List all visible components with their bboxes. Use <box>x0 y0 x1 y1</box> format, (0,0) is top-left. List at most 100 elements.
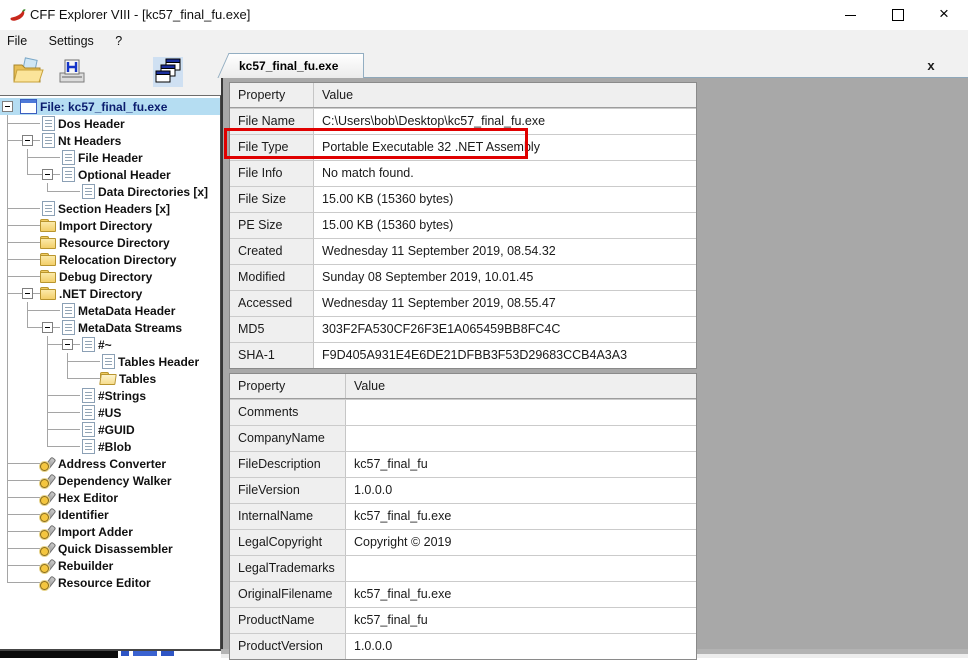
tree-guide-line <box>20 557 40 574</box>
minimize-button[interactable] <box>828 0 872 30</box>
tree-item-data-directories-x[interactable]: Data Directories [x] <box>0 183 220 200</box>
tool-icon <box>40 525 55 539</box>
tree-item-label: Tables <box>119 372 156 386</box>
version-info-row-productversion[interactable]: ProductVersion1.0.0.0 <box>230 633 696 659</box>
tree-item-[interactable]: #~ <box>0 336 220 353</box>
version-info-row-internalname[interactable]: InternalNamekc57_final_fu.exe <box>230 503 696 529</box>
document-icon <box>62 150 75 165</box>
tree-item-debug-directory[interactable]: Debug Directory <box>0 268 220 285</box>
version-info-row-companyname[interactable]: CompanyName <box>230 425 696 451</box>
file-prop-row-file-size[interactable]: File Size15.00 KB (15360 bytes) <box>230 186 696 212</box>
tree-item-dependency-walker[interactable]: Dependency Walker <box>0 472 220 489</box>
file-prop-row-pe-size[interactable]: PE Size15.00 KB (15360 bytes) <box>230 212 696 238</box>
version-info-row-legalcopyright[interactable]: LegalCopyrightCopyright © 2019 <box>230 529 696 555</box>
tree-item-guid[interactable]: #GUID <box>0 421 220 438</box>
tree-guide-line <box>20 251 40 268</box>
value-cell: Wednesday 11 September 2019, 08.54.32 <box>314 239 696 264</box>
tree-guide-line <box>0 166 20 183</box>
file-prop-row-modified[interactable]: ModifiedSunday 08 September 2019, 10.01.… <box>230 264 696 290</box>
version-info-row-fileversion[interactable]: FileVersion1.0.0.0 <box>230 477 696 503</box>
tree-item-rebuilder[interactable]: Rebuilder <box>0 557 220 574</box>
value-cell: 1.0.0.0 <box>346 478 696 503</box>
menu-help[interactable]: ? <box>106 30 131 52</box>
tree-item-file-header[interactable]: File Header <box>0 149 220 166</box>
tree-item-label: Tables Header <box>118 355 199 369</box>
tree-item-strings[interactable]: #Strings <box>0 387 220 404</box>
open-folder-icon <box>100 372 116 385</box>
collapse-minus-icon[interactable] <box>42 322 53 333</box>
tree-guide-line <box>0 404 20 421</box>
file-prop-row-created[interactable]: CreatedWednesday 11 September 2019, 08.5… <box>230 238 696 264</box>
file-prop-row-sha-1[interactable]: SHA-1F9D405A931E4E6DE21DFBB3F53D29683CCB… <box>230 342 696 368</box>
document-icon <box>82 388 95 403</box>
column-header-value: Value <box>314 83 696 107</box>
tree-item-section-headers-x[interactable]: Section Headers [x] <box>0 200 220 217</box>
tree-item-file-kc57-final-fu-exe[interactable]: File: kc57_final_fu.exe <box>0 98 220 115</box>
tree-guide-line <box>40 336 60 353</box>
collapse-minus-icon[interactable] <box>62 339 73 350</box>
version-info-row-comments[interactable]: Comments <box>230 399 696 425</box>
collapse-minus-icon[interactable] <box>2 101 13 112</box>
folder-icon <box>40 270 56 283</box>
tree-item-import-directory[interactable]: Import Directory <box>0 217 220 234</box>
open-file-icon[interactable] <box>11 56 47 90</box>
menu-file[interactable]: File <box>0 30 36 52</box>
tree-item-blob[interactable]: #Blob <box>0 438 220 455</box>
tree-guide-line <box>0 574 20 591</box>
tree-item-metadata-header[interactable]: MetaData Header <box>0 302 220 319</box>
tree-item-quick-disassembler[interactable]: Quick Disassembler <box>0 540 220 557</box>
maximize-button[interactable] <box>876 0 920 30</box>
tree-guide-line <box>20 489 40 506</box>
tree-item-label: Data Directories [x] <box>98 185 208 199</box>
explorer-tree: File: kc57_final_fu.exeDos HeaderNt Head… <box>0 96 220 591</box>
tree-guide-with-box <box>0 98 20 115</box>
tree-item-address-converter[interactable]: Address Converter <box>0 455 220 472</box>
version-info-row-productname[interactable]: ProductNamekc57_final_fu <box>230 607 696 633</box>
version-info-row-filedescription[interactable]: FileDescriptionkc57_final_fu <box>230 451 696 477</box>
collapse-minus-icon[interactable] <box>22 288 33 299</box>
tree-item-nt-headers[interactable]: Nt Headers <box>0 132 220 149</box>
tree-item-resource-directory[interactable]: Resource Directory <box>0 234 220 251</box>
tree-item-label: .NET Directory <box>59 287 142 301</box>
tree-guide-line <box>0 115 20 132</box>
tree-guide-line <box>0 438 20 455</box>
tree-guide-line <box>0 489 20 506</box>
tree-item-tables-header[interactable]: Tables Header <box>0 353 220 370</box>
property-cell: MD5 <box>230 317 314 342</box>
document-icon <box>82 184 95 199</box>
tree-guide-line <box>20 166 40 183</box>
tree-guide-line <box>20 370 40 387</box>
tree-guide-line <box>0 421 20 438</box>
tree-item-import-adder[interactable]: Import Adder <box>0 523 220 540</box>
collapse-minus-icon[interactable] <box>42 169 53 180</box>
file-prop-row-accessed[interactable]: AccessedWednesday 11 September 2019, 08.… <box>230 290 696 316</box>
close-button[interactable]: × <box>922 0 966 30</box>
tree-item-resource-editor[interactable]: Resource Editor <box>0 574 220 591</box>
tree-item-dos-header[interactable]: Dos Header <box>0 115 220 132</box>
tool-icon <box>40 457 55 471</box>
tree-item-hex-editor[interactable]: Hex Editor <box>0 489 220 506</box>
cascade-windows-icon[interactable] <box>151 56 187 90</box>
file-prop-row-file-info[interactable]: File InfoNo match found. <box>230 160 696 186</box>
property-cell: CompanyName <box>230 426 346 451</box>
tree-item-label: Debug Directory <box>59 270 152 284</box>
tab-close-icon[interactable]: x <box>922 57 940 75</box>
tree-guide-line <box>0 183 20 200</box>
tree-item-tables[interactable]: Tables <box>0 370 220 387</box>
version-info-row-originalfilename[interactable]: OriginalFilenamekc57_final_fu.exe <box>230 581 696 607</box>
tree-item-optional-header[interactable]: Optional Header <box>0 166 220 183</box>
document-tab[interactable]: kc57_final_fu.exe <box>229 53 364 78</box>
tree-item-relocation-directory[interactable]: Relocation Directory <box>0 251 220 268</box>
tree-item-identifier[interactable]: Identifier <box>0 506 220 523</box>
save-file-icon[interactable] <box>55 56 91 90</box>
version-info-row-legaltrademarks[interactable]: LegalTrademarks <box>230 555 696 581</box>
file-prop-row-md5[interactable]: MD5303F2FA530CF26F3E1A065459BB8FC4C <box>230 316 696 342</box>
collapse-minus-icon[interactable] <box>22 135 33 146</box>
tree-guide-line <box>20 455 40 472</box>
tree-item-us[interactable]: #US <box>0 404 220 421</box>
tree-guide-line <box>0 370 20 387</box>
tree-item-net-directory[interactable]: .NET Directory <box>0 285 220 302</box>
tree-item-metadata-streams[interactable]: MetaData Streams <box>0 319 220 336</box>
menu-settings[interactable]: Settings <box>40 30 103 52</box>
document-icon <box>62 303 75 318</box>
